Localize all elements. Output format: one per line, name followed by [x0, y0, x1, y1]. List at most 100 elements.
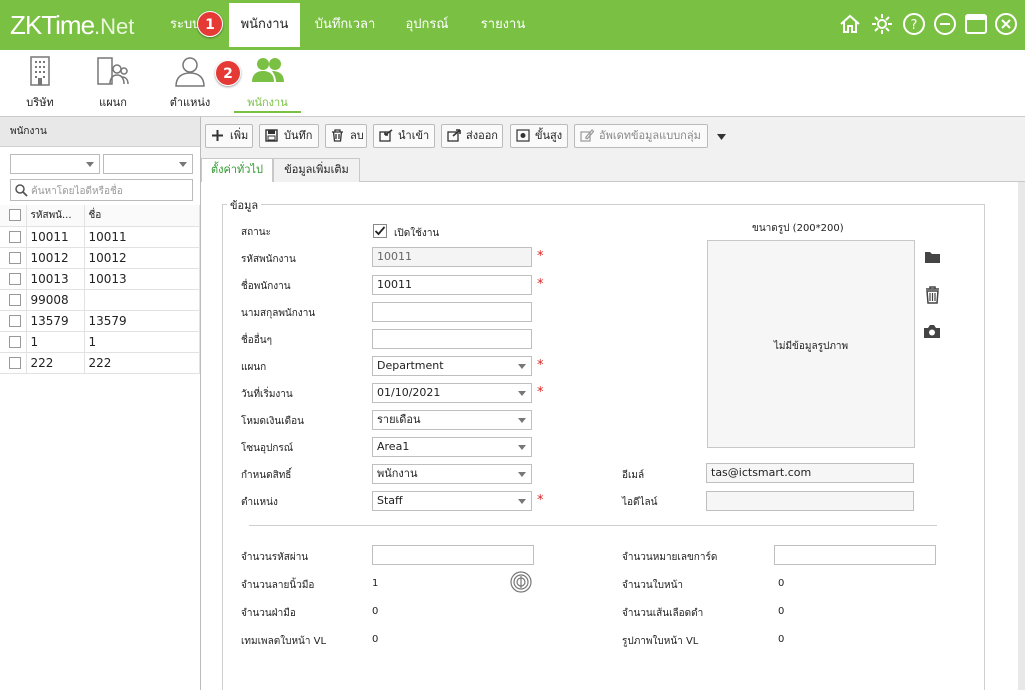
device-zone-label: โซนอุปกรณ์ — [241, 443, 294, 454]
table-row[interactable]: 10013 10013 — [0, 268, 200, 290]
column-header-name[interactable]: ชื่อ — [84, 205, 200, 227]
dept-select[interactable]: Department — [372, 356, 532, 376]
table-row[interactable]: 13579 13579 — [0, 310, 200, 332]
department-icon — [97, 57, 129, 85]
menu-tab-reports[interactable]: รายงาน — [468, 0, 538, 50]
row-checkbox[interactable] — [9, 231, 21, 243]
palm-count: 0 — [372, 606, 379, 617]
import-button[interactable]: นำเข้า — [373, 124, 435, 148]
delete-button[interactable]: ลบ — [325, 124, 367, 148]
more-dropdown-icon[interactable] — [717, 134, 726, 140]
emp-id-label: รหัสพนักงาน — [241, 254, 296, 265]
fingerprint-count-label: จำนวนลายนิ้วมือ — [241, 580, 315, 591]
salary-mode-select[interactable]: รายเดือน — [372, 410, 532, 430]
status-label: สถานะ — [241, 227, 271, 238]
table-row[interactable]: 11 — [0, 331, 200, 353]
home-icon[interactable] — [838, 12, 862, 36]
svg-text:?: ? — [911, 18, 918, 33]
add-button[interactable]: เพิ่ม — [205, 124, 253, 148]
batch-update-button[interactable]: อัพเดทข้อมูลแบบกลุ่ม — [574, 124, 708, 148]
table-row[interactable]: 222 222 — [0, 352, 200, 374]
email-field[interactable]: tas@ictsmart.com — [706, 463, 914, 483]
cell-name: 222 — [84, 352, 200, 374]
column-header-id[interactable]: รหัสพนั... — [26, 205, 85, 227]
cell-name: 10012 — [84, 247, 200, 269]
vein-count-label: จำนวนเส้นเลือดดำ — [622, 608, 704, 619]
chevron-down-icon — [86, 162, 94, 167]
dept-label: แผนก — [241, 362, 267, 373]
status-checkbox[interactable] — [373, 224, 387, 238]
emp-id-field[interactable]: 10011 — [372, 247, 532, 267]
cell-id: 10011 — [26, 226, 85, 248]
table-row[interactable]: 10011 10011 — [0, 226, 200, 248]
maximize-icon[interactable] — [964, 12, 988, 36]
table-row[interactable]: 10012 10012 — [0, 247, 200, 269]
import-icon — [379, 129, 393, 142]
tab-additional-info[interactable]: ข้อมูลเพิ่มเติม — [273, 158, 360, 182]
select-all-checkbox[interactable] — [9, 209, 21, 222]
face-count: 0 — [778, 578, 785, 589]
line-id-field[interactable] — [706, 491, 914, 511]
employee-table: รหัสพนั... ชื่อ 10011 10011 10012 10012 10… — [0, 205, 200, 374]
search-input[interactable]: ค้นหาโดยไอดีหรือชื่อ — [10, 179, 193, 201]
cell-id: 13579 — [26, 310, 85, 332]
folder-icon[interactable] — [924, 250, 941, 264]
plus-icon — [212, 130, 223, 141]
menu-tab-device[interactable]: อุปกรณ์ — [392, 0, 462, 50]
card-number-label: จำนวนหมายเลขการ์ด — [622, 552, 718, 563]
device-zone-select[interactable]: Area1 — [372, 437, 532, 457]
cell-name: 13579 — [84, 310, 200, 332]
chevron-down-icon — [518, 445, 526, 450]
filter-select-2[interactable] — [103, 154, 193, 174]
required-mark: * — [537, 277, 544, 292]
row-checkbox[interactable] — [9, 294, 21, 306]
cell-id: 10012 — [26, 247, 85, 269]
cell-id: 1 — [26, 331, 85, 353]
table-row[interactable]: 99008 — [0, 289, 200, 311]
module-personnel[interactable]: พนักงาน — [234, 50, 301, 116]
start-date-picker[interactable]: 01/10/2021 — [372, 383, 532, 403]
module-company[interactable]: บริษัท — [10, 50, 70, 116]
row-checkbox[interactable] — [9, 273, 21, 285]
advanced-button[interactable]: ขั้นสูง — [510, 124, 568, 148]
cell-id: 222 — [26, 352, 85, 374]
card-number-field[interactable] — [774, 545, 936, 565]
module-position[interactable]: ตำแหน่ง — [160, 50, 220, 116]
fingerprint-icon[interactable] — [510, 571, 532, 593]
save-button[interactable]: บันทึก — [259, 124, 319, 148]
position-label: ตำแหน่ง — [241, 497, 278, 508]
export-button[interactable]: ส่งออก — [441, 124, 503, 148]
app-logo: ZKTime .Net — [10, 10, 135, 40]
other-name-field[interactable] — [372, 329, 532, 349]
face-vl-template-label: เทมเพลตใบหน้า VL — [241, 636, 327, 647]
help-icon[interactable]: ? — [902, 12, 926, 36]
privilege-select[interactable]: พนักงาน — [372, 464, 532, 484]
surname-field[interactable] — [372, 302, 532, 322]
cell-name: 10011 — [84, 226, 200, 248]
start-date-label: วันที่เริ่มงาน — [241, 389, 293, 400]
menu-tab-personnel[interactable]: พนักงาน — [229, 3, 300, 47]
filter-select-1[interactable] — [10, 154, 100, 174]
row-checkbox[interactable] — [9, 252, 21, 264]
scrollbar[interactable] — [1018, 182, 1025, 690]
position-select[interactable]: Staff — [372, 491, 532, 511]
chevron-down-icon — [518, 472, 526, 477]
row-checkbox[interactable] — [9, 315, 21, 327]
trash-icon — [332, 129, 343, 142]
close-icon[interactable] — [994, 12, 1018, 36]
required-mark: * — [537, 493, 544, 508]
camera-icon[interactable] — [923, 324, 941, 339]
trash-icon[interactable] — [925, 286, 940, 304]
password-field[interactable] — [372, 545, 534, 565]
photo-area[interactable]: ไม่มีข้อมูลรูปภาพ — [707, 240, 915, 448]
row-checkbox[interactable] — [9, 336, 21, 348]
module-department[interactable]: แผนก — [83, 50, 143, 116]
gear-icon[interactable] — [870, 12, 894, 36]
employee-form: ข้อมูล สถานะ เปิดใช้งาน รหัสพนักงาน 1001… — [201, 182, 1025, 690]
row-checkbox[interactable] — [9, 357, 21, 369]
menu-tab-attendance[interactable]: บันทึกเวลา — [303, 0, 387, 50]
tab-general[interactable]: ตั้งค่าทั่วไป — [201, 158, 273, 183]
divider — [249, 525, 937, 526]
name-field[interactable]: 10011 — [372, 275, 532, 295]
minimize-icon[interactable] — [933, 12, 957, 36]
